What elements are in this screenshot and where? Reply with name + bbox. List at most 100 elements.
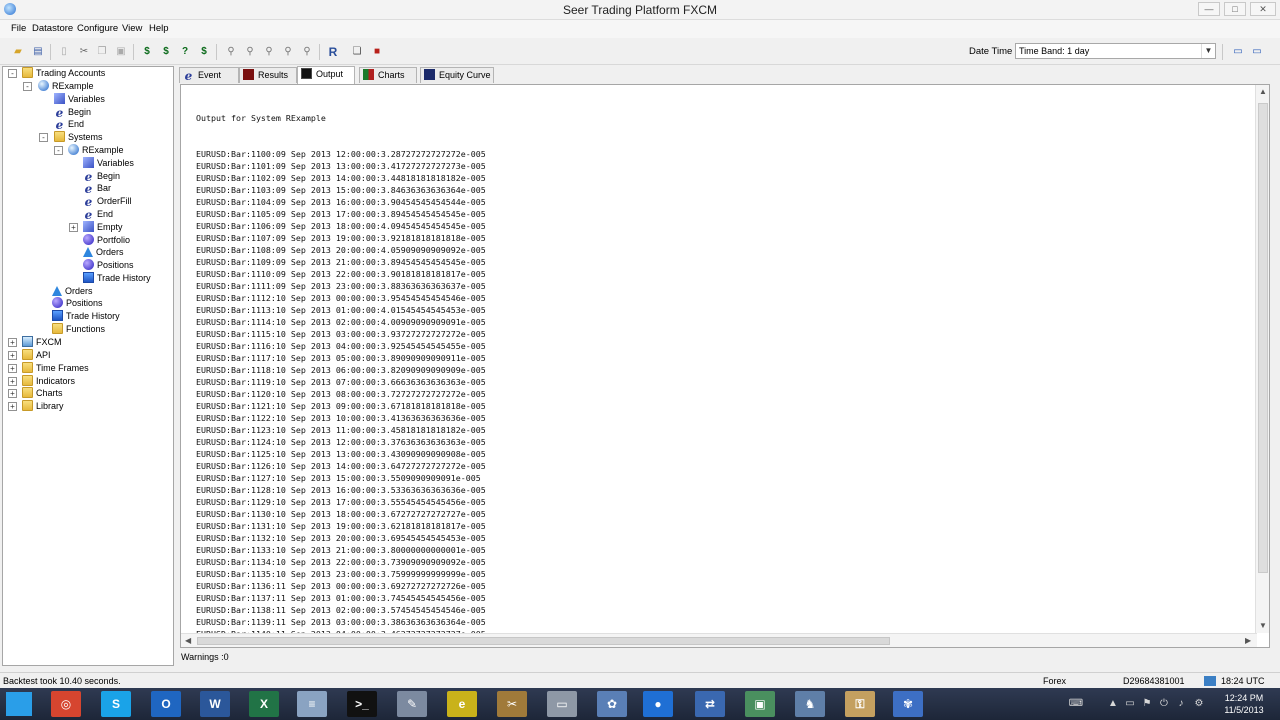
speaker-icon[interactable]: ♪ — [1175, 698, 1187, 710]
tree-node[interactable]: Trade History — [52, 310, 120, 322]
cut-icon[interactable]: ✂ — [77, 45, 91, 59]
tab-equity-curve[interactable]: Equity Curve — [420, 67, 494, 83]
scissors-icon[interactable]: ✂ — [497, 691, 527, 717]
tree-node[interactable]: Positions — [52, 297, 103, 309]
collapse-icon[interactable]: - — [54, 146, 63, 155]
tool-2-icon[interactable]: ⚲ — [243, 45, 257, 59]
tree-node[interactable]: Orders — [52, 285, 93, 297]
dollar-run-all-icon[interactable]: $ — [159, 45, 173, 59]
expand-icon[interactable]: + — [8, 338, 17, 347]
dollar-run-icon[interactable]: $ — [140, 45, 154, 59]
chrome-icon[interactable]: ◎ — [51, 691, 81, 717]
expand-icon[interactable]: + — [8, 402, 17, 411]
tree-node[interactable]: FXCM — [22, 336, 62, 348]
stop-icon[interactable]: ■ — [370, 45, 384, 59]
expand-icon[interactable]: + — [8, 364, 17, 373]
vertical-scrollbar[interactable]: ▲ ▼ — [1255, 85, 1269, 633]
scroll-left-icon[interactable]: ◀ — [185, 636, 191, 645]
paint-icon[interactable]: ✿ — [597, 691, 627, 717]
tree-node[interactable]: e Begin — [54, 106, 91, 119]
tree-node[interactable]: Positions — [83, 259, 134, 271]
tree-node[interactable]: e Bar — [83, 182, 111, 195]
scroll-right-icon[interactable]: ▶ — [1245, 636, 1251, 645]
menu-datastore[interactable]: Datastore — [32, 23, 73, 34]
tray-arrow-icon[interactable]: ▲ — [1107, 698, 1119, 710]
power-icon[interactable]: ⏻ — [1158, 698, 1170, 710]
collapse-icon[interactable]: - — [39, 133, 48, 142]
tool-4-icon[interactable]: ⚲ — [281, 45, 295, 59]
skype-icon[interactable]: S — [101, 691, 131, 717]
chevron-down-icon[interactable]: ▼ — [1201, 44, 1215, 58]
window-icon[interactable]: ❏ — [350, 45, 364, 59]
tree-node[interactable]: e Begin — [83, 170, 120, 183]
tool-3-icon[interactable]: ⚲ — [262, 45, 276, 59]
notepad-icon[interactable]: ≡ — [297, 691, 327, 717]
excel-icon[interactable]: X — [249, 691, 279, 717]
new-doc-icon[interactable]: ▯ — [57, 45, 71, 59]
tab-output[interactable]: Output — [297, 66, 355, 84]
tree-node[interactable]: Variables — [83, 157, 134, 169]
system-clock[interactable]: 12:24 PM 11/5/2013 — [1212, 692, 1276, 716]
open-folder-icon[interactable]: ▰ — [11, 45, 25, 59]
menu-configure[interactable]: Configure — [77, 23, 118, 34]
close-button[interactable]: ✕ — [1250, 2, 1276, 16]
tree-node[interactable]: Systems — [54, 131, 103, 143]
network-tray-icon[interactable]: ⚙ — [1193, 698, 1205, 710]
tree-node[interactable]: Library — [22, 400, 64, 412]
tree-node[interactable]: Portfolio — [83, 234, 130, 246]
tree-node[interactable]: Trade History — [83, 272, 151, 284]
tile-vertical-icon[interactable]: ▭ — [1250, 45, 1264, 59]
maximize-button[interactable]: □ — [1224, 2, 1246, 16]
expand-icon[interactable]: + — [8, 377, 17, 386]
tree-node[interactable]: e End — [83, 208, 113, 221]
tree-node[interactable]: API — [22, 349, 51, 361]
app-e-icon[interactable]: e — [447, 691, 477, 717]
r-icon[interactable]: R — [326, 45, 340, 59]
tree-node[interactable]: Time Frames — [22, 362, 89, 374]
dollar-help-icon[interactable]: ? — [178, 45, 192, 59]
scroll-up-icon[interactable]: ▲ — [1259, 87, 1267, 96]
minimize-button[interactable]: — — [1198, 2, 1220, 16]
tree-node[interactable]: Variables — [54, 93, 105, 105]
time-band-select[interactable]: Time Band: 1 day ▼ — [1015, 43, 1216, 59]
tree-node[interactable]: RExample — [68, 144, 124, 156]
dollar-step-icon[interactable]: $ — [197, 45, 211, 59]
tool-5-icon[interactable]: ⚲ — [300, 45, 314, 59]
expand-icon[interactable]: + — [8, 351, 17, 360]
tree-node[interactable]: Trading Accounts — [22, 67, 105, 79]
menu-file[interactable]: File — [11, 23, 26, 34]
tab-event[interactable]: e Event — [179, 67, 239, 83]
flag-icon[interactable]: ⚑ — [1141, 698, 1153, 710]
flower-icon[interactable]: ✾ — [893, 691, 923, 717]
tree-node[interactable]: e OrderFill — [83, 195, 132, 208]
monitor-icon[interactable]: ▭ — [1124, 698, 1136, 710]
menu-help[interactable]: Help — [149, 23, 169, 34]
collapse-icon[interactable]: - — [23, 82, 32, 91]
outlook-icon[interactable]: O — [151, 691, 181, 717]
tool-icon[interactable]: ✎ — [397, 691, 427, 717]
drive-icon[interactable]: ▭ — [547, 691, 577, 717]
copy-icon[interactable]: ❐ — [95, 45, 109, 59]
collapse-icon[interactable]: - — [8, 69, 17, 78]
tool-1-icon[interactable]: ⚲ — [224, 45, 238, 59]
tree-node[interactable]: e End — [54, 118, 84, 131]
tab-results[interactable]: Results — [239, 67, 297, 83]
word-icon[interactable]: W — [200, 691, 230, 717]
expand-icon[interactable]: + — [8, 389, 17, 398]
seer-icon[interactable]: ● — [643, 691, 673, 717]
menu-view[interactable]: View — [122, 23, 142, 34]
tree-node[interactable]: Charts — [22, 387, 63, 399]
tree-node[interactable]: Indicators — [22, 375, 75, 387]
tab-charts[interactable]: Charts — [359, 67, 417, 83]
horizontal-scrollbar[interactable]: ◀ ▶ — [181, 633, 1257, 647]
tree-node[interactable]: RExample — [38, 80, 94, 92]
keyboard-icon[interactable]: ⌨ — [1067, 698, 1085, 710]
scroll-down-icon[interactable]: ▼ — [1259, 621, 1267, 630]
install-icon[interactable]: ▣ — [745, 691, 775, 717]
tree-node[interactable]: Orders — [83, 246, 124, 258]
tile-horizontal-icon[interactable]: ▭ — [1231, 45, 1245, 59]
network-icon[interactable]: ⇄ — [695, 691, 725, 717]
start-button[interactable] — [6, 692, 32, 716]
output-pane[interactable]: Output for System RExample EURUSD:Bar:11… — [180, 84, 1270, 648]
tree-node[interactable]: Functions — [52, 323, 105, 335]
